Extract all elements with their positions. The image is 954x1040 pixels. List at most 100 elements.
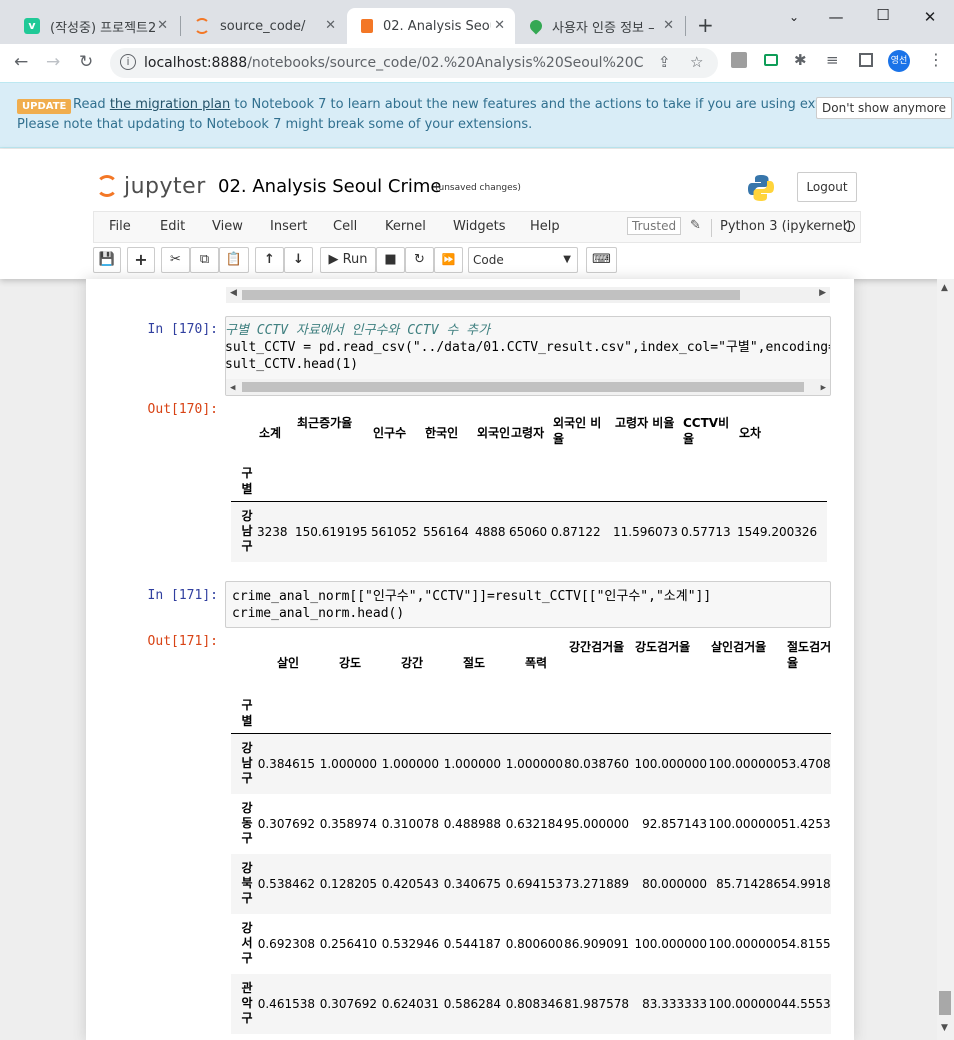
menu-view[interactable]: View (212, 219, 243, 234)
scrollbar-thumb[interactable] (242, 382, 804, 392)
run-icon: ▶ (328, 252, 339, 267)
table-cell: 1.000000 (319, 757, 377, 771)
restart-run-all-icon[interactable]: ⏩ (434, 247, 463, 273)
table-cell: 100.000000 (708, 757, 781, 771)
scroll-left-icon[interactable]: ◀ (230, 380, 235, 395)
move-down-icon[interactable]: ↓ (284, 247, 313, 273)
table-column-header: 절도 (462, 656, 486, 670)
extension-profile-icon[interactable] (731, 52, 747, 68)
code-horizontal-scrollbar[interactable]: ◀ ▶ (226, 379, 830, 395)
close-icon[interactable]: ✕ (494, 18, 505, 33)
table-column-header: 최근증가율 (297, 416, 353, 430)
save-icon[interactable]: 💾 (93, 247, 121, 273)
dataframe-output: 소계 최근증가율 인구수 한국인 외국인 고령자 외국인 비율 고령자 비율 CCTV비율 오차 구… (231, 409, 827, 564)
tab-search-icon[interactable]: ⌄ (784, 10, 804, 24)
move-up-icon[interactable]: ↑ (255, 247, 284, 273)
profile-avatar[interactable]: 영선 (888, 50, 910, 72)
menu-cell[interactable]: Cell (333, 219, 357, 234)
browser-tab-notebook[interactable]: 02. Analysis Seoul C ✕ (347, 8, 515, 44)
window-close-icon[interactable]: ✕ (920, 8, 940, 26)
share-icon[interactable]: ⇪ (658, 53, 671, 71)
scroll-up-icon[interactable]: ▲ (941, 283, 948, 293)
restart-icon[interactable]: ↻ (405, 247, 434, 273)
browser-tab-source-code[interactable]: source_code/ ✕ (180, 8, 346, 44)
dataframe-output: 살인 강도 강간 절도 폭력 강간검거율 강도검거율 살인검거율 절도검거율 구 별강 남 구 0.… (231, 641, 831, 1040)
jupyter-logo[interactable]: jupyter (96, 171, 206, 201)
back-icon[interactable]: ← (14, 52, 28, 72)
tab-label: 02. Analysis Seoul C (383, 18, 491, 34)
menu-help[interactable]: Help (530, 219, 560, 234)
table-cell: 0.544187 (443, 937, 501, 951)
maximize-icon[interactable]: ☐ (873, 6, 893, 24)
menu-widgets[interactable]: Widgets (453, 219, 506, 234)
table-cell: 54.9918 (781, 877, 831, 891)
jupyter-icon (194, 18, 210, 34)
menu-insert[interactable]: Insert (270, 219, 307, 234)
url-bar[interactable]: i localhost:8888/notebooks/source_code/0… (110, 48, 718, 78)
bookmark-star-icon[interactable]: ☆ (690, 53, 703, 71)
notebook-title[interactable]: 02. Analysis Seoul Crime (218, 176, 441, 197)
media-playlist-icon[interactable]: ≡ (826, 51, 839, 69)
code-line: sult_CCTV = pd.read_csv("../data/01.CCTV… (225, 340, 830, 355)
scrollbar-thumb[interactable] (242, 290, 740, 300)
side-panel-icon[interactable] (859, 53, 873, 67)
table-column-header: 강도 (338, 656, 362, 670)
browser-tab-velog[interactable]: v (작성중) 프로젝트2 ✕ (10, 8, 178, 44)
code-cell-input[interactable]: 구별 CCTV 자료에서 인구수와 CCTV 수 추가 sult_CCTV = … (225, 316, 831, 396)
site-info-icon[interactable]: i (120, 54, 136, 70)
paste-icon[interactable]: 📋 (219, 247, 249, 273)
kernel-name[interactable]: Python 3 (ipykernel) (711, 219, 851, 237)
table-column-header: 소계 (259, 426, 282, 440)
page-vertical-scrollbar[interactable]: ▲ ▼ (937, 279, 954, 1040)
trusted-indicator[interactable]: Trusted (627, 217, 682, 235)
scroll-left-icon[interactable]: ◀ (230, 288, 237, 298)
reload-icon[interactable]: ↻ (79, 52, 93, 72)
command-palette-icon[interactable]: ⌨ (586, 247, 617, 273)
update-badge: UPDATE (17, 99, 72, 114)
edit-pencil-icon[interactable]: ✎ (690, 218, 701, 233)
close-icon[interactable]: ✕ (157, 18, 168, 33)
scroll-right-icon[interactable]: ▶ (819, 288, 826, 298)
cut-icon[interactable]: ✂ (161, 247, 190, 273)
table-cell: 561052 (371, 525, 417, 539)
code-cell-input[interactable]: crime_anal_norm[["인구수","CCTV"]]=result_C… (225, 581, 831, 628)
output-prompt: Out[171]: (147, 634, 218, 649)
browser-tab-credentials[interactable]: 사용자 인증 정보 – ✕ (516, 8, 684, 44)
new-tab-icon[interactable]: + (697, 13, 714, 37)
extensions-puzzle-icon[interactable]: ✱ (794, 51, 807, 69)
copy-icon[interactable]: ⧉ (190, 247, 219, 273)
map-pin-icon (527, 17, 545, 35)
velog-icon: v (24, 18, 40, 34)
minimize-icon[interactable]: — (826, 8, 846, 26)
table-cell: 0.307692 (319, 997, 377, 1011)
table-cell: 0.694153 (505, 877, 563, 891)
code-line: crime_anal_norm.head() (232, 606, 405, 621)
logout-button[interactable]: Logout (797, 172, 857, 202)
menu-edit[interactable]: Edit (160, 219, 185, 234)
table-cell: 92.857143 (642, 817, 707, 831)
table-cell: 0.808346 (505, 997, 563, 1011)
close-icon[interactable]: ✕ (325, 18, 336, 33)
run-button[interactable]: ▶ Run (320, 247, 376, 273)
menu-kernel[interactable]: Kernel (385, 219, 426, 234)
scroll-down-icon[interactable]: ▼ (941, 1023, 948, 1033)
table-cell: 100.000000 (708, 817, 781, 831)
extension-screen-icon[interactable] (764, 54, 778, 66)
forward-icon[interactable]: → (46, 52, 60, 72)
close-icon[interactable]: ✕ (663, 18, 674, 33)
interrupt-icon[interactable]: ■ (376, 247, 405, 273)
cell-type-select[interactable]: Code ▼ (468, 247, 578, 273)
table-cell: 100.000000 (708, 997, 781, 1011)
scrollbar-thumb[interactable] (939, 991, 951, 1015)
more-menu-icon[interactable]: ⋮ (928, 50, 944, 69)
insert-cell-icon[interactable]: + (127, 247, 155, 273)
output-horizontal-scrollbar[interactable]: ◀ ▶ (226, 287, 830, 303)
table-column-header: 살인검거율 (711, 641, 767, 654)
menu-file[interactable]: File (109, 219, 131, 234)
table-cell: 51.4253 (781, 817, 831, 831)
scroll-right-icon[interactable]: ▶ (821, 380, 826, 395)
migration-plan-link[interactable]: the migration plan (110, 97, 230, 112)
dont-show-anymore-button[interactable]: Don't show anymore (816, 97, 952, 119)
table-column-header: 인구수 (373, 426, 407, 440)
url-text[interactable]: localhost:8888/notebooks/source_code/02.… (144, 55, 644, 71)
